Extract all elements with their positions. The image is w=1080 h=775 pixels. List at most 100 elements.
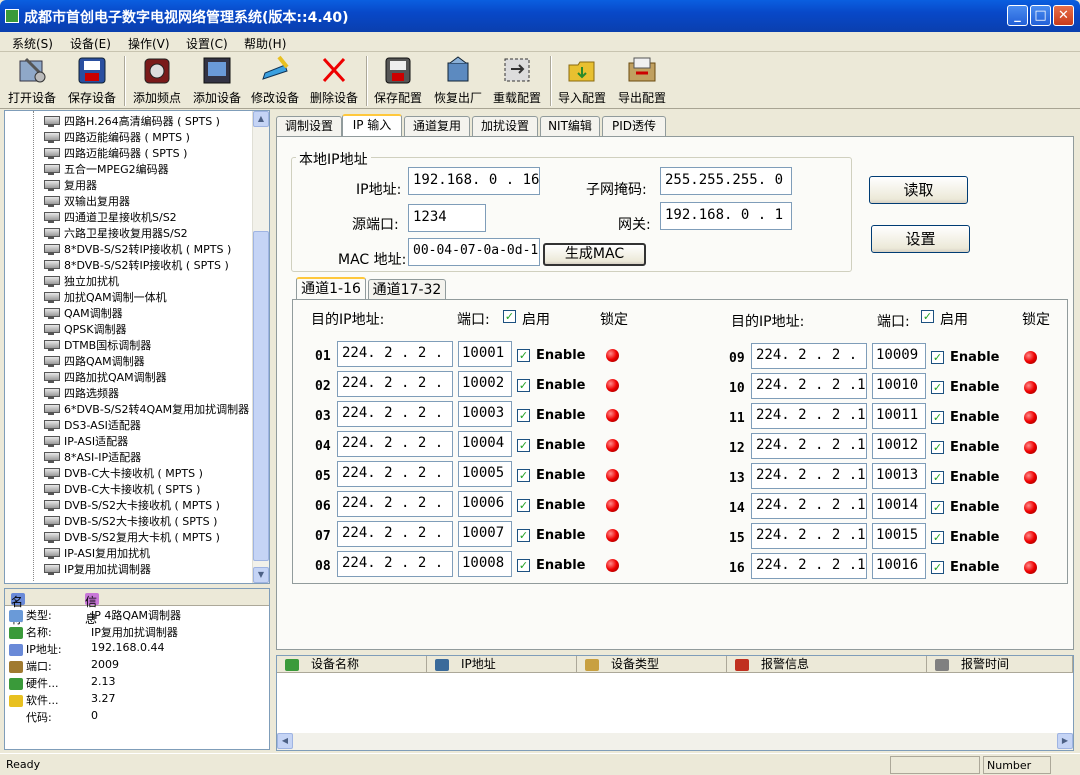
tree-item[interactable]: 五合一MPEG2编码器 [43,161,169,177]
tree-item[interactable]: 双输出复用器 [43,193,130,209]
channel-port-input[interactable]: 10002 [458,371,512,397]
tree-item[interactable]: 四通道卫星接收机S/S2 [43,209,177,225]
menu-settings[interactable]: 设置(C) [186,35,228,52]
import-config-button[interactable]: 导入配置 [554,55,610,107]
tree-item[interactable]: IP-ASI适配器 [43,433,128,449]
maximize-button[interactable]: □ [1030,5,1051,26]
tree-item[interactable]: 复用器 [43,177,97,193]
read-button[interactable]: 读取 [869,176,968,204]
export-config-button[interactable]: 导出配置 [614,55,670,107]
tree-item[interactable]: 四路迈能编码器 ( SPTS ) [43,145,187,161]
channel-port-input[interactable]: 10001 [458,341,512,367]
col-alarm-info[interactable]: 报警信息 [727,656,927,673]
tree-item[interactable]: IP复用加扰调制器 [43,561,151,577]
channel-port-input[interactable]: 10009 [872,343,926,369]
channel-enable-checkbox[interactable]: ✓ [931,561,944,574]
tree-item[interactable]: 加扰QAM调制一体机 [43,289,167,305]
tree-item[interactable]: DVB-C大卡接收机 ( MPTS ) [43,465,203,481]
scroll-right-button[interactable]: ▶ [1057,733,1073,749]
tree-item[interactable]: DS3-ASI适配器 [43,417,141,433]
open-device-button[interactable]: 打开设备 [4,55,60,107]
channel-enable-checkbox[interactable]: ✓ [517,439,530,452]
col-alarm-time[interactable]: 报警时间 [927,656,1073,673]
subnet-mask-input[interactable]: 255.255.255. 0 [660,167,792,195]
tree-item[interactable]: 六路卫星接收复用器S/S2 [43,225,188,241]
tab-nit-edit[interactable]: NIT编辑 [540,116,600,136]
tree-item[interactable]: 独立加扰机 [43,273,119,289]
save-device-button[interactable]: 保存设备 [64,55,120,107]
channel-enable-checkbox[interactable]: ✓ [931,411,944,424]
menu-device[interactable]: 设备(E) [70,35,111,52]
channel-enable-checkbox[interactable]: ✓ [931,441,944,454]
mac-address-input[interactable]: 00-04-07-0a-0d-10 [408,238,540,266]
save-config-button[interactable]: 保存配置 [370,55,426,107]
channel-enable-checkbox[interactable]: ✓ [517,559,530,572]
channel-dest-ip-input[interactable]: 224. 2 . 2 . 5 [337,461,453,487]
tree-item[interactable]: 四路迈能编码器 ( MPTS ) [43,129,190,145]
tree-item[interactable]: 四路加扰QAM调制器 [43,369,167,385]
source-port-input[interactable]: 1234 [408,204,486,232]
delete-device-button[interactable]: 删除设备 [306,55,362,107]
channel-enable-checkbox[interactable]: ✓ [931,471,944,484]
tree-item[interactable]: DVB-S/S2大卡接收机 ( SPTS ) [43,513,217,529]
channel-port-input[interactable]: 10006 [458,491,512,517]
channel-port-input[interactable]: 10012 [872,433,926,459]
channel-port-input[interactable]: 10005 [458,461,512,487]
menu-system[interactable]: 系统(S) [12,35,53,52]
channel-enable-checkbox[interactable]: ✓ [931,351,944,364]
channel-enable-checkbox[interactable]: ✓ [517,529,530,542]
scroll-thumb[interactable] [253,231,269,561]
scroll-left-button[interactable]: ◀ [277,733,293,749]
channel-dest-ip-input[interactable]: 224. 2 . 2 . 2 [337,371,453,397]
channel-dest-ip-input[interactable]: 224. 2 . 2 . 8 [337,551,453,577]
menu-operation[interactable]: 操作(V) [128,35,170,52]
device-tree[interactable]: 四路H.264高清编码器 ( SPTS ) 四路迈能编码器 ( MPTS ) 四路迈… [4,110,270,584]
modify-device-button[interactable]: 修改设备 [248,55,302,107]
channel-dest-ip-input[interactable]: 224. 2 . 2 .16 [751,553,867,579]
channel-port-input[interactable]: 10015 [872,523,926,549]
channel-dest-ip-input[interactable]: 224. 2 . 2 . 4 [337,431,453,457]
set-button[interactable]: 设置 [871,225,970,253]
channel-enable-checkbox[interactable]: ✓ [517,349,530,362]
channel-dest-ip-input[interactable]: 224. 2 . 2 . 1 [337,341,453,367]
channel-enable-checkbox[interactable]: ✓ [517,499,530,512]
channel-dest-ip-input[interactable]: 224. 2 . 2 .11 [751,403,867,429]
channel-dest-ip-input[interactable]: 224. 2 . 2 . 9 [751,343,867,369]
tree-item[interactable]: QPSK调制器 [43,321,127,337]
tree-item[interactable]: 四路QAM调制器 [43,353,145,369]
generate-mac-button[interactable]: 生成MAC [543,243,646,266]
tree-scrollbar[interactable]: ▲ ▼ [252,111,269,583]
channel-enable-checkbox[interactable]: ✓ [517,379,530,392]
add-device-button[interactable]: 添加设备 [188,55,246,107]
tree-item[interactable]: DVB-C大卡接收机 ( SPTS ) [43,481,200,497]
channel-port-input[interactable]: 10011 [872,403,926,429]
channel-dest-ip-input[interactable]: 224. 2 . 2 .10 [751,373,867,399]
tree-item[interactable]: 8*ASI-IP适配器 [43,449,141,465]
tab-modulation[interactable]: 调制设置 [276,116,342,136]
tab-channels-17-32[interactable]: 通道17-32 [368,279,446,301]
tree-item[interactable]: DTMB国标调制器 [43,337,151,353]
channel-dest-ip-input[interactable]: 224. 2 . 2 .13 [751,463,867,489]
close-button[interactable]: ✕ [1053,5,1074,26]
channel-enable-checkbox[interactable]: ✓ [931,501,944,514]
tree-item[interactable]: IP-ASI复用加扰机 [43,545,150,561]
channel-dest-ip-input[interactable]: 224. 2 . 2 .14 [751,493,867,519]
enable-all-checkbox-right[interactable]: ✓ [921,310,934,323]
app-icon[interactable] [5,9,19,23]
tree-item[interactable]: 8*DVB-S/S2转IP接收机 ( SPTS ) [43,257,229,273]
tab-scramble[interactable]: 加扰设置 [472,116,538,136]
channel-enable-checkbox[interactable]: ✓ [517,409,530,422]
tree-item[interactable]: 四路H.264高清编码器 ( SPTS ) [43,113,220,129]
channel-enable-checkbox[interactable]: ✓ [931,381,944,394]
col-ip-address[interactable]: IP地址 [427,656,577,673]
tree-item[interactable]: QAM调制器 [43,305,123,321]
add-frequency-button[interactable]: 添加频点 [128,55,186,107]
ip-address-input[interactable]: 192.168. 0 . 16 [408,167,540,195]
channel-port-input[interactable]: 10007 [458,521,512,547]
channel-port-input[interactable]: 10003 [458,401,512,427]
scroll-down-button[interactable]: ▼ [253,567,269,583]
channel-port-input[interactable]: 10016 [872,553,926,579]
col-device-type[interactable]: 设备类型 [577,656,727,673]
channel-dest-ip-input[interactable]: 224. 2 . 2 .12 [751,433,867,459]
enable-all-checkbox-left[interactable]: ✓ [503,310,516,323]
